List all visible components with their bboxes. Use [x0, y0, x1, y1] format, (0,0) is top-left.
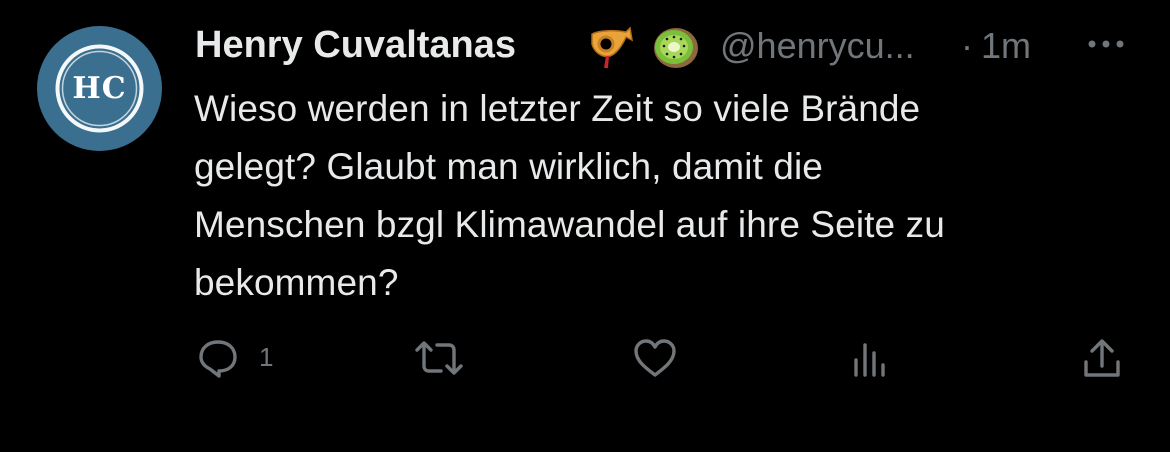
tweet-time[interactable]: 1m: [981, 25, 1031, 67]
tweet-text: Wieso werden in letzter Zeit so viele Br…: [194, 80, 1134, 312]
separator-dot: ·: [961, 25, 973, 66]
tweet-header: Henry Cuvaltanas @henrycu... · 1m: [195, 22, 1145, 72]
tweet-actions: 1: [0, 320, 1170, 400]
share-icon[interactable]: [1082, 338, 1122, 378]
postal-horn-icon: [586, 24, 634, 72]
views-icon[interactable]: [850, 338, 890, 378]
reply-count: 1: [259, 342, 274, 372]
author-name[interactable]: Henry Cuvaltanas: [195, 24, 516, 67]
tweet-text-line: gelegt? Glaubt man wirklich, damit die: [194, 146, 823, 187]
avatar[interactable]: HC: [37, 26, 162, 151]
tweet-text-line: Wieso werden in letzter Zeit so viele Br…: [194, 88, 921, 129]
author-handle[interactable]: @henrycu...: [720, 25, 915, 67]
reply-icon[interactable]: [197, 338, 239, 378]
more-icon[interactable]: [1085, 34, 1127, 54]
avatar-initials: HC: [72, 71, 127, 106]
heart-icon[interactable]: [632, 338, 678, 378]
retweet-icon[interactable]: [413, 338, 465, 378]
tweet-text-line: bekommen?: [194, 262, 399, 303]
tweet[interactable]: HC Henry Cuvaltanas @henrycu... · 1m Wie…: [0, 0, 1170, 452]
kiwi-icon: [650, 22, 702, 74]
tweet-text-line: Menschen bzgl Klimawandel auf ihre Seite…: [194, 204, 945, 245]
